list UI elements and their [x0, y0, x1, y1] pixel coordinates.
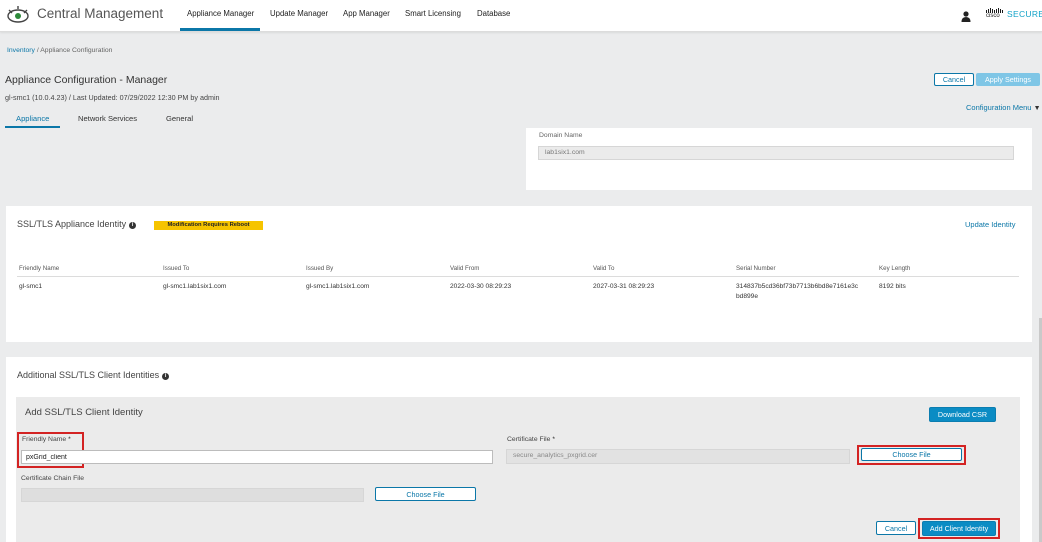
active-tab-indicator	[5, 126, 60, 128]
breadcrumb-separator: /	[36, 47, 39, 54]
nav-update-manager[interactable]: Update Manager	[270, 9, 328, 18]
logo-icon[interactable]	[6, 4, 30, 26]
nav-appliance-manager[interactable]: Appliance Manager	[187, 9, 254, 18]
column-header-serial-number: Serial Number	[736, 265, 776, 272]
column-header-issued-to: Issued To	[163, 265, 190, 272]
certificate-chain-label: Certificate Chain File	[21, 475, 85, 482]
nav-database[interactable]: Database	[477, 9, 510, 18]
download-csr-button[interactable]: Download CSR	[929, 407, 996, 422]
nav-smart-licensing[interactable]: Smart Licensing	[405, 9, 461, 18]
breadcrumb: Inventory / Appliance Configuration	[7, 47, 112, 54]
serial-line-1: 314837b5cd36bf73b7713b6bd8e7161e3c	[736, 283, 859, 290]
cell-valid-from: 2022-03-30 08:29:23	[450, 283, 512, 290]
update-identity-link[interactable]: Update Identity	[965, 220, 1015, 229]
column-header-key-length: Key Length	[879, 265, 911, 272]
form-cancel-button[interactable]: Cancel	[876, 521, 916, 535]
ssl-identity-title-wrap: SSL/TLS Appliance Identity i	[17, 219, 137, 229]
column-header-friendly-name: Friendly Name	[19, 265, 60, 272]
breadcrumb-inventory[interactable]: Inventory	[7, 47, 35, 54]
column-header-valid-to: Valid To	[593, 265, 615, 272]
page-title: Appliance Configuration - Manager	[5, 74, 168, 86]
configuration-menu-label: Configuration Menu	[966, 103, 1032, 112]
cell-serial-number: 314837b5cd36bf73b7713b6bd8e7161e3c bd899…	[736, 282, 858, 302]
domain-name-field[interactable]: lab1six1.com	[538, 146, 1014, 160]
column-header-valid-from: Valid From	[450, 265, 480, 272]
friendly-name-label: Friendly Name *	[22, 436, 71, 443]
brand-secure: SECURE	[1007, 9, 1042, 19]
tab-network-services[interactable]: Network Services	[78, 114, 137, 123]
ssl-identity-title: SSL/TLS Appliance Identity	[17, 219, 127, 229]
client-identities-title-wrap: Additional SSL/TLS Client Identities i	[17, 370, 170, 380]
tab-general[interactable]: General	[166, 114, 193, 123]
friendly-name-input[interactable]	[21, 450, 493, 464]
nav-app-manager[interactable]: App Manager	[343, 9, 390, 18]
cell-issued-to: gl-smc1.lab1six1.com	[163, 283, 227, 290]
client-identities-title: Additional SSL/TLS Client Identities	[17, 370, 160, 380]
page-subtitle: gl-smc1 (10.0.4.23) / Last Updated: 07/2…	[5, 93, 220, 102]
app-title: Central Management	[37, 6, 164, 21]
chain-choose-file-button[interactable]: Choose File	[375, 487, 476, 501]
add-client-identity-title: Add SSL/TLS Client Identity	[25, 407, 143, 418]
friendly-name-label-text: Friendly Name	[22, 436, 67, 443]
certificate-file-label: Certificate File *	[507, 436, 555, 443]
domain-name-label: Domain Name	[539, 132, 583, 139]
breadcrumb-current: Appliance Configuration	[40, 47, 113, 54]
active-nav-indicator	[180, 28, 260, 31]
apply-settings-button[interactable]: Apply Settings	[976, 73, 1040, 86]
info-icon[interactable]: i	[162, 373, 170, 380]
add-client-identity-form	[16, 397, 1020, 542]
cell-issued-by: gl-smc1.lab1six1.com	[306, 283, 370, 290]
header-cancel-button[interactable]: Cancel	[934, 73, 974, 86]
certificate-file-label-text: Certificate File	[507, 436, 551, 443]
required-mark: *	[552, 436, 555, 443]
certificate-file-field: secure_analytics_pxgrid.cer	[506, 449, 850, 464]
serial-line-2: bd899e	[736, 293, 759, 300]
cisco-logo: cisco	[986, 8, 1004, 20]
configuration-menu[interactable]: Configuration Menu ▼	[966, 103, 1041, 112]
user-icon[interactable]	[961, 9, 971, 22]
table-header-divider	[17, 276, 1019, 277]
cell-valid-to: 2027-03-31 08:29:23	[593, 283, 655, 290]
tab-appliance[interactable]: Appliance	[16, 114, 49, 123]
info-icon[interactable]: i	[129, 222, 137, 229]
cell-friendly-name: gl-smc1	[19, 283, 43, 290]
cisco-wordmark: cisco	[986, 13, 1000, 19]
column-header-issued-by: Issued By	[306, 265, 334, 272]
add-client-identity-button[interactable]: Add Client Identity	[922, 521, 996, 536]
certificate-choose-file-button[interactable]: Choose File	[861, 448, 962, 461]
certificate-chain-field	[21, 488, 364, 502]
required-mark: *	[68, 436, 71, 443]
caret-down-icon: ▼	[1033, 105, 1041, 112]
reboot-warning-badge: Modification Requires Reboot	[154, 221, 263, 230]
cell-key-length: 8192 bits	[879, 283, 906, 290]
